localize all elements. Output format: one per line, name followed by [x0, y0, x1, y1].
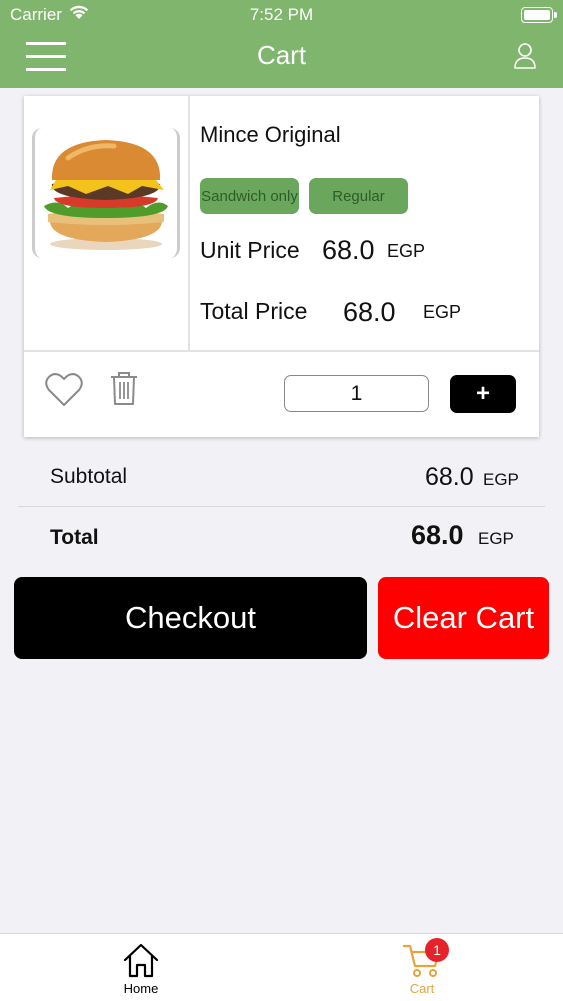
- tab-home-label: Home: [123, 981, 159, 996]
- trash-icon[interactable]: [110, 372, 138, 406]
- heart-icon[interactable]: [44, 372, 84, 408]
- product-info: Mince Original Sandwich only Regular Uni…: [200, 96, 539, 350]
- subtotal-currency: EGP: [483, 470, 519, 489]
- total-price-label: Total Price: [200, 298, 308, 324]
- total-value: 68.0: [411, 520, 464, 550]
- option-chip-sandwich-only: Sandwich only: [200, 178, 299, 214]
- tab-cart-label: Cart: [409, 981, 435, 996]
- increase-quantity-button[interactable]: +: [450, 375, 516, 413]
- cart-item-card: Mince Original Sandwich only Regular Uni…: [24, 96, 539, 437]
- card-divider: [24, 350, 539, 352]
- burger-image: [44, 140, 168, 250]
- clear-cart-button[interactable]: Clear Cart: [378, 577, 549, 659]
- summary-divider: [18, 506, 545, 507]
- checkout-button[interactable]: Checkout: [14, 577, 367, 659]
- subtotal-label: Subtotal: [50, 465, 128, 488]
- total-price-value: 68.0: [343, 297, 396, 327]
- unit-price-currency: EGP: [387, 241, 426, 261]
- user-profile-icon[interactable]: [513, 42, 537, 70]
- product-name: Mince Original: [200, 122, 341, 147]
- total-price-currency: EGP: [423, 302, 462, 322]
- product-image-box: [24, 96, 190, 350]
- status-time: 7:52 PM: [249, 5, 314, 24]
- total-label: Total: [50, 526, 99, 549]
- option-chip-regular: Regular: [309, 178, 408, 214]
- subtotal-value: 68.0: [425, 463, 474, 491]
- unit-price-value: 68.0: [322, 235, 375, 265]
- tab-cart[interactable]: Cart: [372, 934, 472, 1001]
- tab-bar: Home Cart: [0, 933, 563, 1001]
- battery-icon: [521, 7, 557, 23]
- quantity-field[interactable]: 1: [284, 375, 429, 412]
- app-header: Carrier 7:52 PM Cart: [0, 0, 563, 88]
- tab-home[interactable]: Home: [91, 934, 191, 1001]
- cart-count-badge: 1: [425, 938, 449, 962]
- total-currency: EGP: [478, 529, 514, 548]
- home-icon: [123, 943, 159, 978]
- unit-price-label: Unit Price: [200, 237, 300, 263]
- page-title: Cart: [256, 40, 307, 70]
